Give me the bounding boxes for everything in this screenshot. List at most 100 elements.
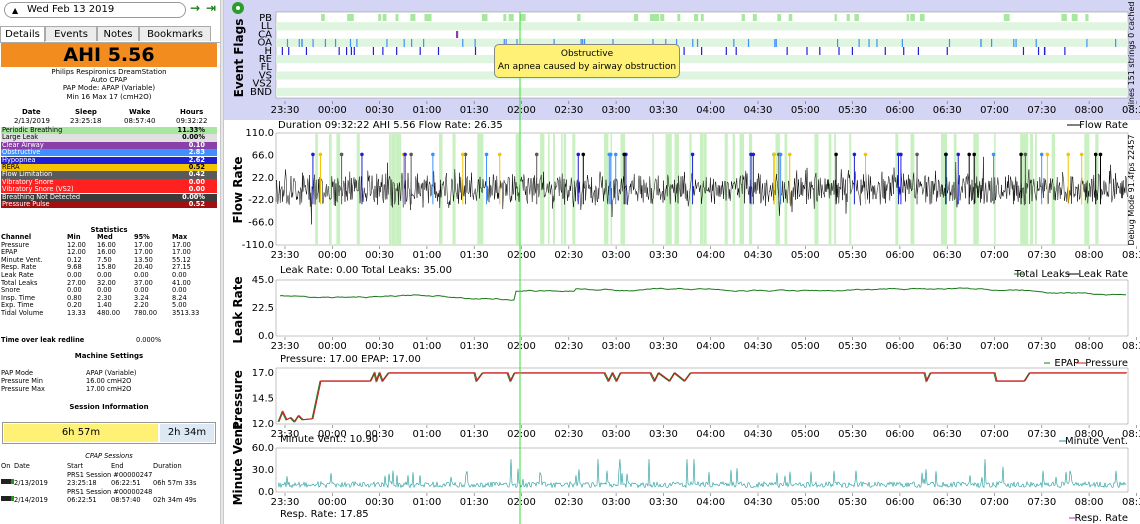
time-tick-label: 00:30 — [365, 250, 394, 261]
session-date[interactable]: 2/13/2019 — [14, 479, 48, 487]
flow-y-axis-labels: 110.0 66.0 22.0 -22.0 -66.0 -110.0 — [242, 128, 274, 251]
event-index-row[interactable]: Hypopnea 2.62 — [1, 156, 217, 164]
h-flag-marker — [382, 47, 384, 55]
flow-event-pin-head — [690, 152, 695, 157]
session-enabled-checkbox[interactable] — [1, 479, 14, 484]
time-tick-label: 01:30 — [460, 341, 489, 352]
resp-rate-legend: Resp. Rate — [1075, 513, 1129, 524]
time-tick-label: 23:30 — [271, 250, 300, 261]
time-tick-label: 07:00 — [980, 105, 1009, 116]
setting-key: Pressure Min — [1, 377, 43, 385]
pb-flag-marker — [650, 14, 656, 21]
pb-flag-marker — [508, 14, 514, 21]
event-flags-graph[interactable]: Event Flags PBLLCAOAHREFLVSVS2BND lines … — [224, 0, 1140, 120]
machine-type: Auto CPAP — [90, 76, 128, 85]
pb-flag-marker — [633, 14, 639, 21]
tab-notes[interactable]: Notes — [97, 26, 139, 41]
time-tick-label: 05:30 — [838, 341, 867, 352]
oa-flag-marker — [775, 39, 777, 47]
pb-flag-marker — [1071, 14, 1078, 21]
statistics-value: 480.00 — [97, 309, 121, 317]
wake-header: Wake — [129, 108, 151, 116]
setting-value: APAP (Variable) — [86, 369, 137, 377]
pb-flag-marker — [503, 14, 507, 21]
pb-flag-marker — [520, 14, 526, 21]
machine-info: Philips Respironics DreamStation Auto CP… — [0, 68, 218, 101]
date-picker[interactable]: ▲ Wed Feb 13 2019 — [4, 2, 186, 18]
flow-rate-graph[interactable]: Flow Rate Duration 09:32:22 AHI 5.56 Flo… — [231, 120, 1140, 261]
next-day-arrow-icon[interactable]: → — [190, 1, 200, 15]
h-flag-marker — [806, 47, 808, 55]
flow-rate-info: Duration 09:32:22 AHI 5.56 Flow Rate: 26… — [278, 120, 503, 131]
tab-bar: Details Events Notes Bookmarks — [0, 26, 220, 43]
time-tick-label: 01:00 — [412, 429, 441, 440]
pressure-graph[interactable]: Pressure Pressure: 17.00 EPAP: 17.00 Pre… — [231, 354, 1140, 440]
session-enabled-checkbox[interactable] — [1, 496, 14, 501]
flow-event-pin-head — [956, 152, 961, 157]
tab-events[interactable]: Events — [45, 26, 97, 41]
flow-event-pin-head — [484, 152, 489, 157]
time-tick-label: 06:00 — [885, 105, 914, 116]
oa-flag-marker — [462, 39, 464, 47]
h-flag-marker — [917, 47, 919, 55]
event-index-row[interactable]: Pressure Pulse 0.52 — [1, 200, 217, 209]
y-tick-label: -66.0 — [248, 218, 274, 229]
time-tick-label: 08:00 — [1075, 105, 1104, 116]
oa-flag-marker — [868, 39, 870, 47]
pb-flag-marker — [1061, 14, 1067, 21]
last-day-arrow-icon[interactable]: ⇥ — [206, 1, 216, 15]
time-tick-label: 00:00 — [318, 250, 347, 261]
tab-bookmarks[interactable]: Bookmarks — [139, 26, 211, 41]
oa-flag-marker — [1086, 39, 1088, 47]
flow-event-pin-head — [311, 152, 315, 157]
leak-redline-label: Time over leak redline — [1, 336, 85, 344]
pb-flag-marker — [660, 14, 665, 21]
oa-flag-marker — [356, 39, 358, 47]
oa-flag-marker — [312, 39, 314, 47]
h-flag-marker — [281, 47, 283, 55]
flow-event-pin-head — [1098, 152, 1103, 157]
date-navigator: ▲ Wed Feb 13 2019 → ⇥ — [4, 1, 216, 18]
setting-row: PAP Mode APAP (Variable) — [0, 369, 218, 377]
event-tooltip: Obstructive An apnea caused by airway ob… — [494, 44, 680, 78]
graphs-canvas[interactable]: Event Flags PBLLCAOAHREFLVSVS2BND lines … — [224, 0, 1140, 524]
time-tick-label: 04:30 — [744, 105, 773, 116]
tab-details[interactable]: Details — [0, 26, 45, 42]
leak-rate-graph[interactable]: Leak Rate Leak Rate: 0.00 Total Leaks: 3… — [231, 265, 1140, 352]
h-flag-marker — [419, 47, 421, 55]
session-end: 06:22:51 — [111, 479, 141, 487]
pb-flag-marker — [788, 14, 793, 21]
time-tick-label: 01:30 — [460, 497, 489, 508]
flow-event-pin-head — [581, 152, 586, 157]
time-axis-labels: 23:30 00:00 00:30 01:00 01:30 02:00 02:30 03:00… — [271, 493, 1140, 508]
pb-flag-marker — [577, 14, 581, 21]
left-panel: ▲ Wed Feb 13 2019 → ⇥ Details Events Not… — [0, 0, 220, 524]
flow-event-band — [703, 133, 707, 245]
machine-mode: PAP Mode: APAP (Variable) — [62, 84, 156, 93]
y-tick-label: 60.0 — [252, 443, 274, 454]
flow-event-band — [700, 133, 704, 245]
time-tick-label: 04:00 — [696, 429, 725, 440]
pressure-legend-pressure: Pressure — [1085, 358, 1128, 369]
oa-flag-marker — [1115, 39, 1117, 47]
session-segment-2[interactable]: 2h 34m — [160, 424, 214, 442]
calendar-toggle-icon[interactable]: ▲ — [12, 4, 18, 18]
time-tick-label: 03:30 — [649, 341, 678, 352]
col-end: End — [111, 462, 124, 470]
minute-vent-y-axis-labels: 60.030.00.0 — [252, 443, 274, 498]
oa-flag-marker — [774, 39, 776, 47]
graph-panel: Event Flags PB LL CA OA H RE FL VS VS2 BND lines … — [224, 0, 1140, 524]
time-tick-label: 07:30 — [1027, 105, 1056, 116]
oa-flag-marker — [948, 39, 951, 47]
session-segment-1[interactable]: 6h 57m — [4, 424, 158, 442]
flow-event-pin-head — [318, 152, 323, 157]
oa-flag-marker — [411, 39, 413, 47]
oa-flag-marker — [1035, 39, 1037, 47]
h-flag-marker — [701, 47, 703, 55]
session-date[interactable]: 2/14/2019 — [14, 496, 48, 504]
h-flag-marker — [819, 47, 821, 55]
oa-flag-marker — [286, 39, 289, 47]
time-tick-label: 08:30 — [1122, 497, 1140, 508]
session-start: 06:22:51 — [67, 496, 97, 504]
time-tick-label: 07:00 — [980, 341, 1009, 352]
